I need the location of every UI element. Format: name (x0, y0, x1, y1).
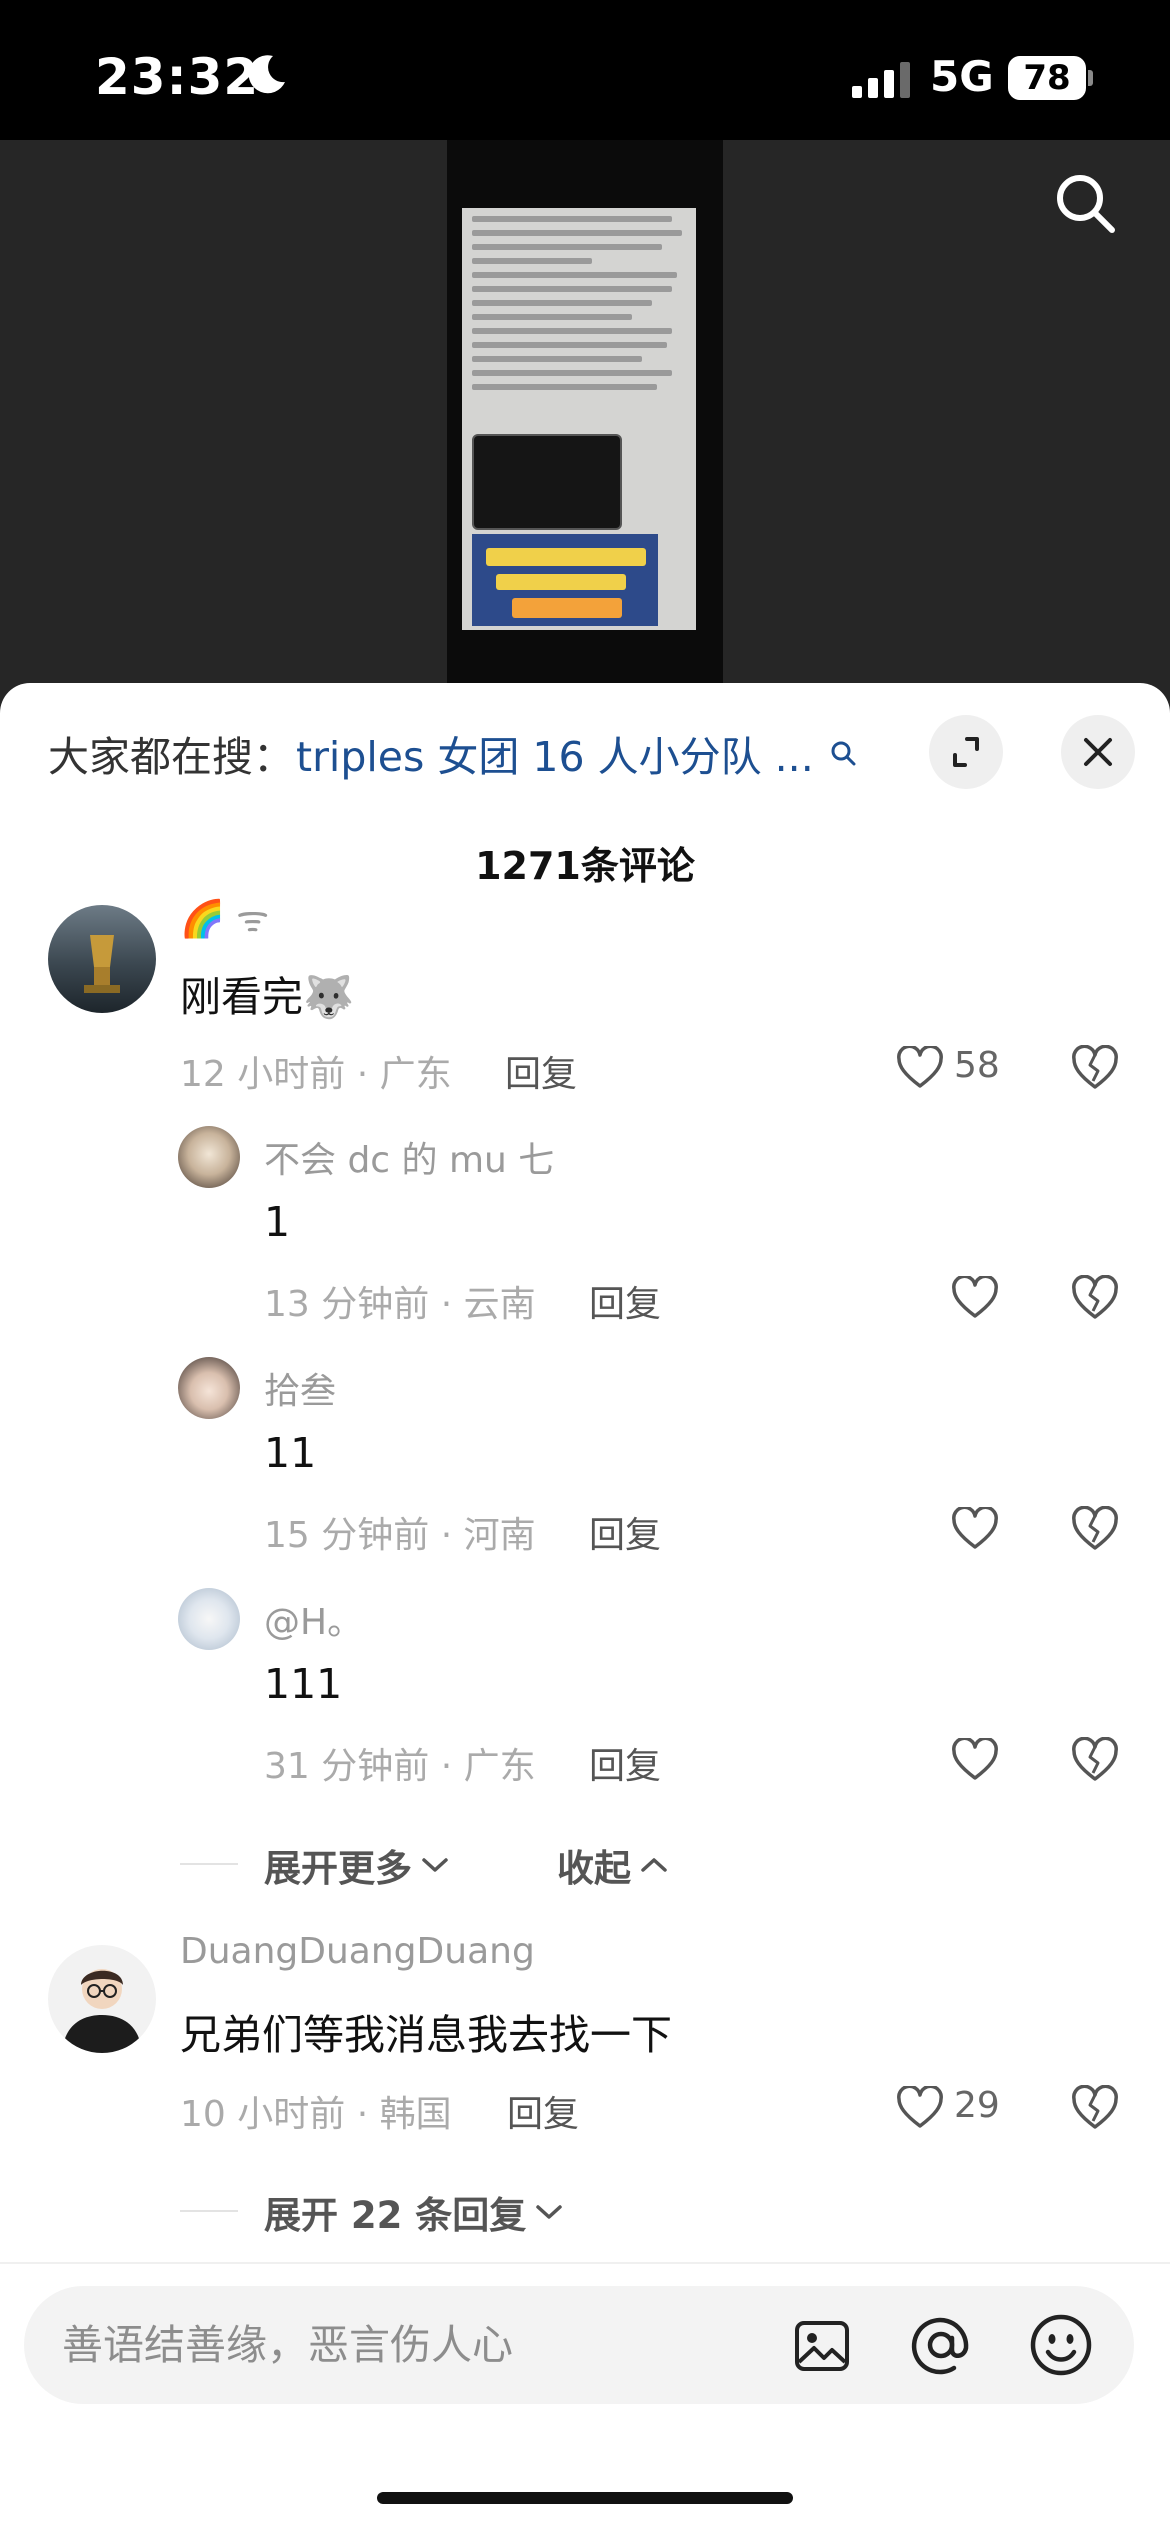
reply-text: 11 (264, 1429, 317, 1477)
status-time: 23:32 (95, 48, 260, 106)
heart-icon[interactable] (951, 1738, 999, 1782)
reply-text: 1 (264, 1198, 291, 1246)
home-indicator[interactable] (377, 2492, 793, 2504)
heart-icon[interactable] (896, 2086, 944, 2130)
expand-icon (953, 737, 979, 767)
comment-input[interactable] (62, 2286, 762, 2404)
broken-heart-icon[interactable] (1071, 1045, 1119, 1091)
broken-heart-icon[interactable] (1071, 2085, 1119, 2131)
comment-input-bar (24, 2286, 1134, 2404)
network-label: 5G (930, 52, 994, 101)
reply-meta: 13 分钟前 · 云南 (264, 1284, 536, 1325)
battery-icon: 78 (1008, 56, 1094, 100)
chevron-down-icon (422, 1858, 448, 1872)
divider (180, 2210, 238, 2212)
reply-meta: 15 分钟前 · 河南 (264, 1515, 536, 1556)
reply-button[interactable]: 回复 (505, 1045, 577, 1097)
hot-search-bar[interactable]: 大家都在搜： triples 女团 16 人小分队 ... (48, 723, 858, 783)
close-button[interactable] (1061, 715, 1135, 789)
reply-button[interactable]: 回复 (589, 1506, 661, 1558)
expand-replies-button[interactable]: 展开 22 条回复 (264, 2185, 564, 2239)
reply-username[interactable]: 不会 dc 的 mu 七 (264, 1131, 554, 1183)
search-icon[interactable] (1052, 170, 1118, 236)
broken-heart-icon[interactable] (1071, 1506, 1119, 1552)
avatar[interactable] (178, 1357, 240, 1419)
chevron-down-icon (536, 2205, 563, 2219)
hot-search-term[interactable]: triples 女团 16 人小分队 ... (296, 723, 814, 783)
collapse-button[interactable]: 收起 (557, 1838, 669, 1892)
close-icon (1084, 738, 1112, 766)
like-count: 29 (954, 2085, 1000, 2126)
collapse-label: 收起 (557, 1847, 631, 1890)
broken-heart-icon[interactable] (1071, 1275, 1119, 1321)
heart-icon[interactable] (951, 1507, 999, 1551)
avatar[interactable] (48, 905, 156, 1013)
reply-username[interactable]: @H。 (264, 1593, 363, 1645)
moon-icon (248, 55, 285, 94)
thumbnail-screenshot (472, 434, 622, 530)
chevron-up-icon (641, 1858, 667, 1872)
expand-button[interactable] (929, 715, 1003, 789)
comment-text: 兄弟们等我消息我去找一下 (180, 2011, 672, 2059)
image-icon[interactable] (792, 2316, 852, 2376)
divider (180, 1863, 238, 1865)
like-count: 58 (954, 1045, 1000, 1086)
signal-icon (852, 62, 910, 98)
avatar[interactable] (178, 1126, 240, 1188)
search-small-icon (831, 741, 856, 766)
broken-heart-icon[interactable] (1071, 1737, 1119, 1783)
trophy-image (84, 935, 120, 993)
comment-meta: 12 小时前 · 广东 (180, 1054, 452, 1095)
reply-text: 111 (264, 1660, 343, 1708)
battery-level: 78 (1008, 56, 1086, 100)
comment-meta: 10 小时前 · 韩国 (180, 2094, 452, 2135)
battery-tip (1088, 70, 1093, 86)
comment-username[interactable]: 🌈 ᯤ (180, 893, 269, 942)
avatar[interactable] (178, 1588, 240, 1650)
avatar-illustration (62, 1969, 142, 2053)
status-bar: 23:32 5G 78 (0, 0, 1170, 140)
heart-icon[interactable] (951, 1276, 999, 1320)
heart-icon[interactable] (896, 1046, 944, 1090)
hot-search-prefix: 大家都在搜： (48, 733, 294, 781)
reply-button[interactable]: 回复 (507, 2085, 579, 2137)
reply-username[interactable]: 拾叁 (264, 1362, 336, 1414)
avatar[interactable] (48, 1945, 156, 2053)
comment-count: 1271条评论 (475, 844, 695, 888)
comment-text: 刚看完🐺 (180, 973, 355, 1021)
thumbnail-banner (472, 534, 658, 626)
emoji-icon[interactable] (1028, 2312, 1094, 2378)
comment-username[interactable]: DuangDuangDuang (180, 1931, 535, 1972)
comment-sheet: 大家都在搜： triples 女团 16 人小分队 ... 1271条评论 🌈 … (0, 683, 1170, 2532)
expand-more-label: 展开更多 (264, 1847, 412, 1890)
expand-more-button[interactable]: 展开更多 (264, 1838, 450, 1892)
reply-button[interactable]: 回复 (589, 1275, 661, 1327)
expand-replies-label: 展开 22 条回复 (264, 2194, 527, 2237)
video-preview[interactable] (0, 140, 1170, 740)
at-icon[interactable] (908, 2312, 974, 2378)
reply-meta: 31 分钟前 · 广东 (264, 1746, 536, 1787)
reply-button[interactable]: 回复 (589, 1737, 661, 1789)
video-thumbnail[interactable] (462, 208, 696, 630)
input-divider (0, 2262, 1170, 2264)
